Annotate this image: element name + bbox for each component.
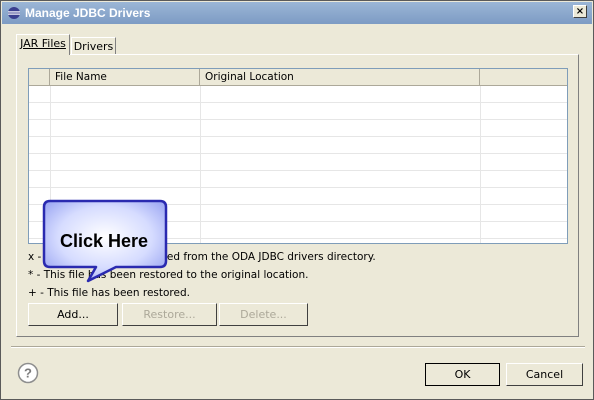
table-header: File Name Original Location: [29, 69, 567, 86]
add-button[interactable]: Add...: [28, 303, 118, 326]
table-row[interactable]: [29, 136, 567, 137]
cancel-button[interactable]: Cancel: [506, 363, 583, 386]
window-title: Manage JDBC Drivers: [25, 6, 151, 20]
title-bar[interactable]: Manage JDBC Drivers ×: [2, 2, 592, 24]
callout-text: Click Here: [59, 231, 149, 251]
close-button[interactable]: ×: [573, 5, 587, 18]
tab-drivers-label: Drivers: [73, 40, 114, 53]
table-row[interactable]: [29, 187, 567, 188]
tab-jar-files[interactable]: JAR Files: [16, 34, 70, 55]
restore-button[interactable]: Restore...: [122, 303, 217, 326]
tab-jar-files-label: JAR Files: [20, 37, 66, 50]
eclipse-icon: [8, 7, 20, 19]
table-row[interactable]: [29, 119, 567, 120]
tab-drivers[interactable]: Drivers: [71, 37, 116, 55]
column-divider: [480, 86, 481, 243]
delete-button[interactable]: Delete...: [219, 303, 308, 326]
column-header-extra[interactable]: [480, 69, 567, 85]
help-icon[interactable]: ?: [17, 362, 39, 384]
ok-button[interactable]: OK: [425, 363, 500, 386]
table-row[interactable]: [29, 153, 567, 154]
footer-divider-highlight: [11, 347, 585, 348]
table-row[interactable]: [29, 170, 567, 171]
column-divider: [200, 86, 201, 243]
svg-text:?: ?: [24, 366, 32, 381]
column-header-status[interactable]: [29, 69, 50, 85]
close-icon: ×: [575, 6, 585, 17]
column-header-file-name[interactable]: File Name: [50, 69, 200, 85]
legend-restored: + - This file has been restored.: [28, 287, 190, 299]
dialog-window: Manage JDBC Drivers × JAR Files Drivers …: [0, 0, 594, 400]
column-header-original-location[interactable]: Original Location: [200, 69, 480, 85]
table-row[interactable]: [29, 102, 567, 103]
